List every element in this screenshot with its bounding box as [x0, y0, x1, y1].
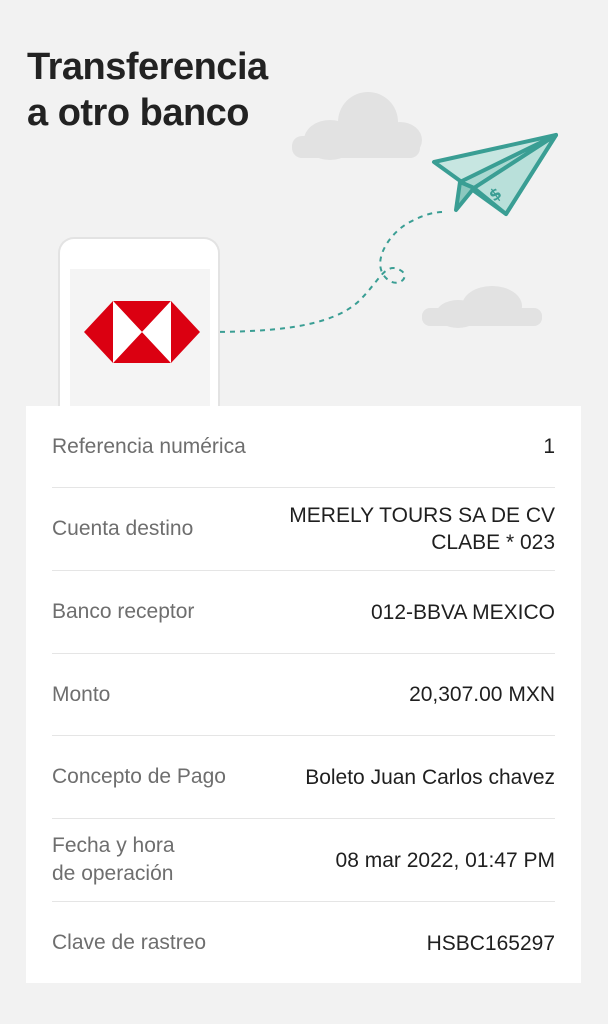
- detail-value: Boleto Juan Carlos chavez: [305, 765, 555, 789]
- dashed-trail: [199, 211, 445, 333]
- detail-label: Cuenta destino: [52, 517, 194, 540]
- detail-row-receiving-bank: Banco receptor 012-BBVA MEXICO: [52, 571, 555, 654]
- detail-label: Concepto de Pago: [52, 765, 226, 788]
- detail-label: Referencia numérica: [52, 434, 246, 458]
- detail-value: HSBC165297: [426, 931, 555, 955]
- header: Transferencia a otro banco $: [0, 0, 608, 419]
- detail-value: 012-BBVA MEXICO: [370, 600, 555, 624]
- detail-row-operation-date: Fecha y hora de operación 08 mar 2022, 0…: [52, 819, 555, 902]
- detail-label: Monto: [52, 682, 111, 706]
- detail-label: Fecha y hora de operación: [52, 834, 175, 885]
- detail-value: MERELY TOURS SA DE CV CLABE * 023: [289, 504, 555, 554]
- detail-value: 1: [543, 435, 555, 458]
- detail-label: Clave de rastreo: [52, 931, 207, 954]
- transfer-details-card: Referencia numérica 1 Cuenta destino MER…: [26, 406, 581, 983]
- detail-row-tracking-key: Clave de rastreo HSBC165297: [52, 902, 555, 984]
- detail-row-reference: Referencia numérica 1: [52, 406, 555, 488]
- detail-value: 08 mar 2022, 01:47 PM: [335, 848, 555, 872]
- cloud-icon: [292, 92, 422, 160]
- detail-row-amount: Monto 20,307.00 MXN: [52, 654, 555, 736]
- cloud-icon: [422, 286, 542, 328]
- paper-plane-money-icon: $: [432, 133, 558, 216]
- hsbc-hexagon-logo: [84, 301, 200, 363]
- detail-label: Banco receptor: [52, 600, 195, 623]
- detail-value: 20,307.00 MXN: [409, 683, 555, 706]
- detail-row-destination-account: Cuenta destino MERELY TOURS SA DE CV CLA…: [52, 488, 555, 571]
- detail-row-payment-concept: Concepto de Pago Boleto Juan Carlos chav…: [52, 736, 555, 819]
